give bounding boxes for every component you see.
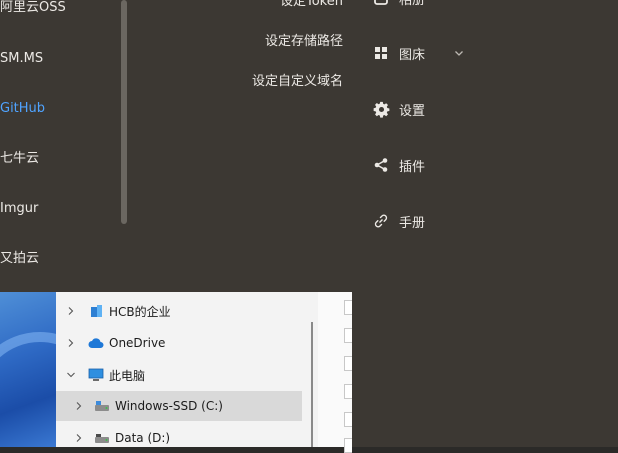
tree-item-label: HCB的企业 (109, 304, 171, 319)
set-storage-path-link[interactable]: 设定存储路径 (265, 34, 343, 50)
set-custom-domain-link[interactable]: 设定自定义域名 (252, 74, 343, 90)
nav-item-manual[interactable]: 手册 (372, 211, 425, 231)
row-checkbox[interactable] (344, 328, 352, 343)
set-token-link[interactable]: 设定Token (280, 0, 343, 10)
image-bed-item-smms[interactable]: SM.MS (0, 51, 43, 67)
tree-item-label: Data (D:) (115, 431, 171, 445)
tree-item-drive-c[interactable]: Windows-SSD (C:) (56, 391, 302, 421)
image-bed-item-imgur[interactable]: Imgur (0, 201, 38, 217)
tree-item-label: Windows-SSD (C:) (115, 399, 223, 413)
tree-item-organization[interactable]: HCB的企业 (56, 296, 302, 326)
chevron-right-icon[interactable] (72, 401, 86, 411)
chevron-down-icon[interactable] (453, 47, 465, 59)
tree-item-onedrive[interactable]: OneDrive (56, 328, 302, 358)
tree-item-drive-d[interactable]: Data (D:) (56, 423, 302, 453)
image-bed-item-aliyun[interactable]: 阿里云OSS (0, 0, 66, 16)
building-icon (88, 303, 104, 319)
nav-item-album[interactable]: 相册 (372, 0, 425, 8)
tree-item-label: 此电脑 (109, 368, 146, 383)
drive-icon (94, 398, 110, 414)
chevron-right-icon[interactable] (64, 306, 78, 316)
tree-item-this-pc[interactable]: 此电脑 (56, 360, 302, 390)
row-checkbox[interactable] (344, 384, 352, 399)
link-icon (372, 212, 390, 230)
nav-item-label: 设置 (399, 103, 426, 119)
image-bed-item-upyun[interactable]: 又拍云 (0, 251, 39, 267)
explorer-scrollbar[interactable] (311, 322, 313, 447)
settings-panel: 阿里云OSS SM.MS GitHub 七牛云 Imgur 又拍云 设定Toke… (0, 0, 353, 293)
album-icon (372, 0, 390, 7)
wallpaper-swirl (0, 332, 56, 447)
desktop-wallpaper (0, 292, 56, 447)
image-bed-list: 阿里云OSS SM.MS GitHub 七牛云 Imgur 又拍云 (0, 0, 125, 292)
nav-item-plugins[interactable]: 插件 (372, 155, 425, 175)
gear-icon (372, 100, 390, 118)
row-checkbox[interactable] (344, 356, 352, 371)
side-nav: 相册 图床 设置 插件 手册 (352, 0, 618, 447)
tree-item-label: OneDrive (109, 336, 166, 350)
row-checkbox[interactable] (344, 412, 352, 427)
chevron-right-icon[interactable] (72, 433, 86, 443)
computer-icon (88, 367, 104, 383)
row-checkbox[interactable] (344, 438, 352, 453)
chevron-right-icon[interactable] (64, 338, 78, 348)
chevron-down-icon[interactable] (64, 371, 78, 379)
share-icon (372, 156, 390, 174)
nav-item-label: 相册 (399, 0, 426, 8)
image-bed-item-github[interactable]: GitHub (0, 101, 45, 117)
list-scrollbar[interactable] (121, 0, 127, 224)
drive-icon (94, 430, 110, 446)
nav-item-label: 图床 (399, 47, 426, 63)
nav-item-label: 插件 (399, 159, 426, 175)
cloud-icon (88, 335, 104, 351)
file-explorer-window: HCB的企业 OneDrive 此电脑 Windows-SSD (C:) Dat… (56, 292, 352, 453)
nav-item-label: 手册 (399, 215, 426, 231)
grid-icon (372, 44, 390, 62)
nav-item-image-bed[interactable]: 图床 (372, 43, 465, 63)
row-checkbox[interactable] (344, 300, 352, 315)
image-bed-item-qiniu[interactable]: 七牛云 (0, 151, 39, 167)
nav-item-settings[interactable]: 设置 (372, 99, 425, 119)
